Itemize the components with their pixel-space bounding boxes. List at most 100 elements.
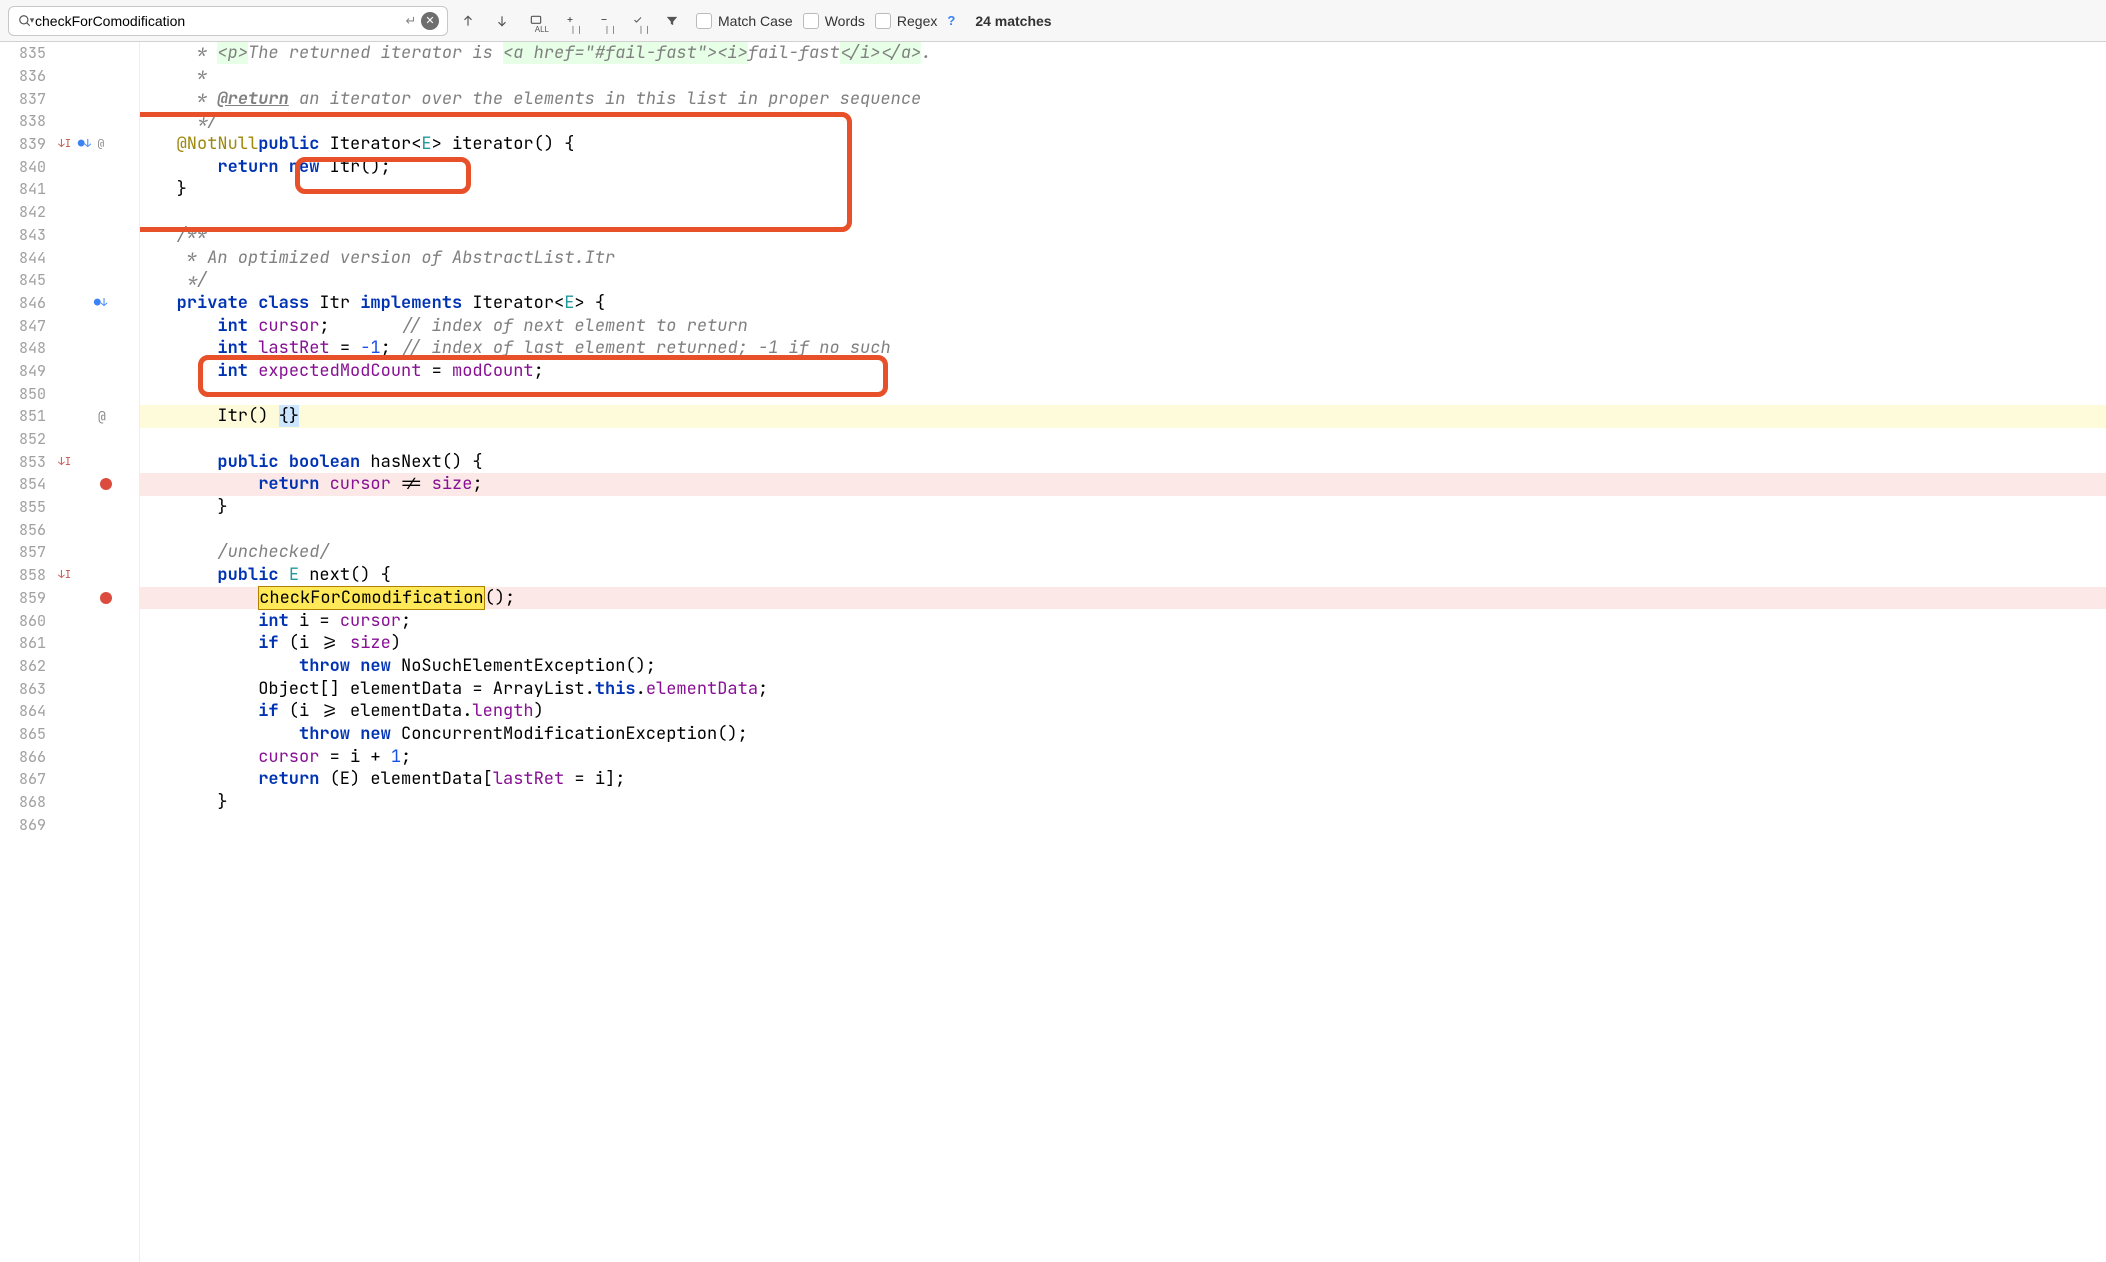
code-line[interactable]: int expectedModCount = modCount; [140,360,2106,383]
subclass-icon[interactable]: ●↓ [94,296,107,310]
gutter-row[interactable]: 861 [0,632,139,655]
gutter-row[interactable]: 853↓I [0,450,139,473]
regex-checkbox-group[interactable]: Regex [875,13,937,29]
code-line[interactable]: } [140,791,2106,814]
matchcase-checkbox[interactable] [696,13,712,29]
gutter-row[interactable]: 869 [0,813,139,836]
code-line[interactable]: */ [140,110,2106,133]
select-all-button[interactable]: ALL [522,7,550,35]
code-line[interactable]: } [140,178,2106,201]
search-input[interactable] [35,13,401,29]
gutter-row[interactable]: 843 [0,224,139,247]
gutter-row[interactable]: 849 [0,360,139,383]
prev-match-button[interactable] [454,7,482,35]
gutter-row[interactable]: 858↓I [0,564,139,587]
code-line[interactable]: if (i >= elementData.length) [140,700,2106,723]
gutter-row[interactable]: 851@ [0,405,139,428]
code-line[interactable] [140,201,2106,224]
words-label: Words [825,13,865,29]
code-line[interactable]: private class Itr implements Iterator<E>… [140,292,2106,315]
gutter-row[interactable]: 857 [0,541,139,564]
code-area[interactable]: * <p>The returned iterator is <a href="#… [140,42,2106,1262]
code-line[interactable]: return new Itr(); [140,155,2106,178]
search-input-container: ▾ ↵ ✕ [8,6,448,36]
gutter-row[interactable]: 841 [0,178,139,201]
code-line[interactable]: public E next() { [140,564,2106,587]
code-line[interactable]: public boolean hasNext() { [140,450,2106,473]
code-line[interactable]: /** [140,224,2106,247]
gutter-row[interactable]: 839↓I ●↓ @ [0,133,139,156]
gutter-row[interactable]: 864 [0,700,139,723]
code-line[interactable] [140,813,2106,836]
code-line[interactable]: int i = cursor; [140,609,2106,632]
gutter-row[interactable]: 856 [0,518,139,541]
gutter[interactable]: 835836837838839↓I ●↓ @840841842843844845… [0,42,140,1262]
code-line[interactable]: @NotNull public Iterator<E> iterator() { [140,133,2106,156]
gutter-row[interactable]: 838 [0,110,139,133]
select-all-occurrences-button[interactable]: ❘❘ [624,7,652,35]
next-match-button[interactable] [488,7,516,35]
gutter-row[interactable]: 836 [0,65,139,88]
code-line[interactable]: Object[] elementData = ArrayList.this.el… [140,677,2106,700]
enter-icon[interactable]: ↵ [401,11,421,31]
code-line[interactable]: } [140,496,2106,519]
gutter-row[interactable]: 852 [0,428,139,451]
code-line[interactable]: int lastRet = -1; // index of last eleme… [140,337,2106,360]
code-line[interactable]: Itr() {} [140,405,2106,428]
gutter-row[interactable]: 868 [0,791,139,814]
words-checkbox-group[interactable]: Words [803,13,865,29]
override-icon[interactable]: ↓I ●↓ @ [58,137,104,151]
gutter-row[interactable]: 867 [0,768,139,791]
search-bar: ▾ ↵ ✕ ALL ❘❘ ❘❘ ❘❘ Match Case Words Rege… [0,0,2106,42]
gutter-row[interactable]: 848 [0,337,139,360]
code-line[interactable] [140,382,2106,405]
code-line[interactable]: throw new NoSuchElementException(); [140,655,2106,678]
code-line[interactable]: int cursor; // index of next element to … [140,314,2106,337]
gutter-row[interactable]: 840 [0,155,139,178]
regex-checkbox[interactable] [875,13,891,29]
code-line[interactable]: */ [140,269,2106,292]
gutter-row[interactable]: 865 [0,723,139,746]
code-line[interactable]: cursor = i + 1; [140,745,2106,768]
code-line[interactable]: * [140,65,2106,88]
code-line[interactable]: throw new ConcurrentModificationExceptio… [140,723,2106,746]
remove-selection-button[interactable]: ❘❘ [590,7,618,35]
gutter-row[interactable]: 850 [0,382,139,405]
code-line[interactable]: return (E) elementData[lastRet = i]; [140,768,2106,791]
code-line[interactable]: return cursor != size; [140,473,2106,496]
gutter-row[interactable]: 847 [0,314,139,337]
code-line[interactable]: /unchecked/ [140,541,2106,564]
clear-search-icon[interactable]: ✕ [421,12,439,30]
gutter-row[interactable]: 863 [0,677,139,700]
implements-icon[interactable]: ↓I [58,568,71,582]
breakpoint-icon[interactable] [100,592,112,604]
gutter-row[interactable]: 855 [0,496,139,519]
implements-icon[interactable]: ↓I [58,455,71,469]
help-icon[interactable]: ? [947,13,955,28]
matchcase-checkbox-group[interactable]: Match Case [696,13,793,29]
code-line[interactable] [140,518,2106,541]
gutter-row[interactable]: 866 [0,745,139,768]
breakpoint-icon[interactable] [100,478,112,490]
code-line[interactable]: * An optimized version of AbstractList.I… [140,246,2106,269]
code-line[interactable]: * <p>The returned iterator is <a href="#… [140,42,2106,65]
gutter-row[interactable]: 842 [0,201,139,224]
code-editor[interactable]: 835836837838839↓I ●↓ @840841842843844845… [0,42,2106,1262]
code-line[interactable]: * @return an iterator over the elements … [140,87,2106,110]
gutter-row[interactable]: 835 [0,42,139,65]
code-line[interactable] [140,428,2106,451]
gutter-row[interactable]: 846●↓ [0,292,139,315]
search-icon[interactable]: ▾ [17,12,35,30]
gutter-row[interactable]: 854 [0,473,139,496]
gutter-row[interactable]: 845 [0,269,139,292]
gutter-row[interactable]: 844 [0,246,139,269]
gutter-row[interactable]: 860 [0,609,139,632]
code-line[interactable]: if (i >= size) [140,632,2106,655]
gutter-row[interactable]: 862 [0,655,139,678]
filter-button[interactable] [658,7,686,35]
words-checkbox[interactable] [803,13,819,29]
gutter-row[interactable]: 837 [0,87,139,110]
gutter-row[interactable]: 859 [0,587,139,610]
add-selection-button[interactable]: ❘❘ [556,7,584,35]
code-line[interactable]: checkForComodification(); [140,587,2106,610]
